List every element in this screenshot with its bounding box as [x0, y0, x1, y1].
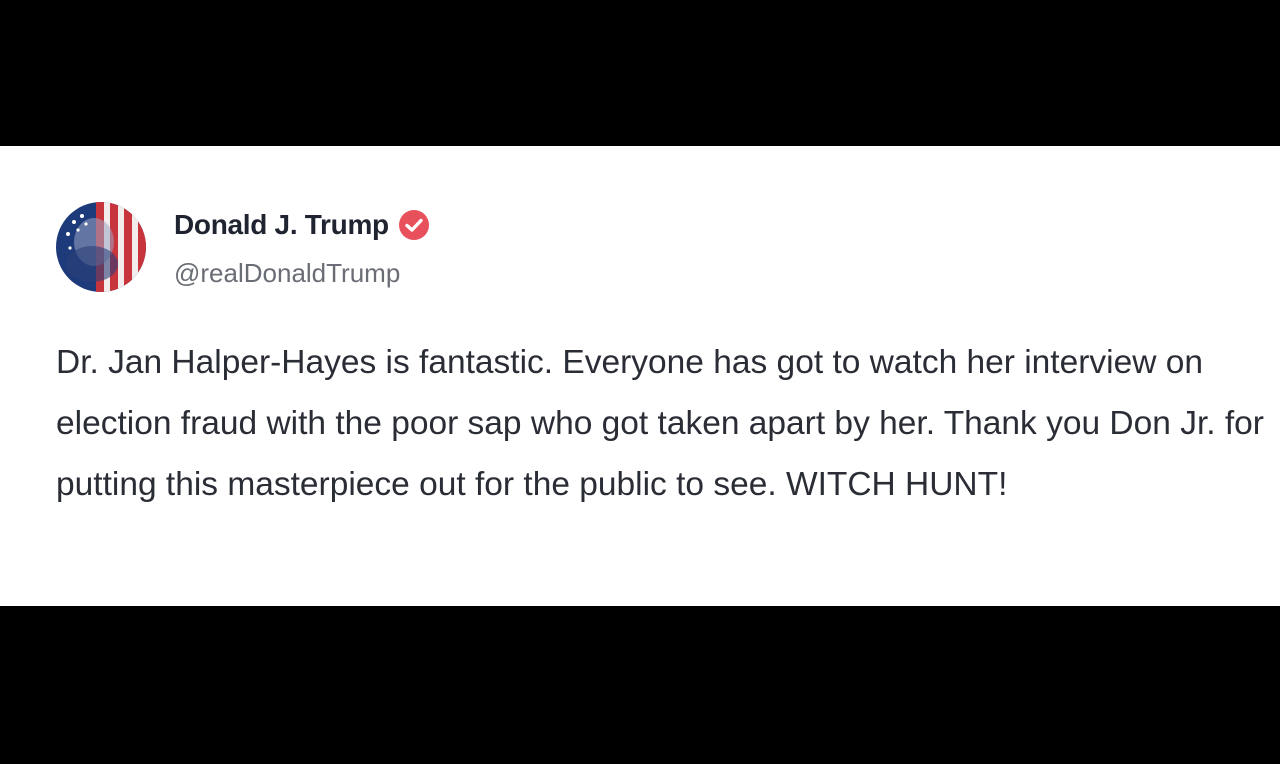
screenshot-frame: Donald J. Trump @realDonaldTrump Dr. Jan…: [0, 0, 1280, 764]
verified-check-icon: [398, 210, 429, 240]
author-display-name[interactable]: Donald J. Trump: [174, 209, 389, 241]
flag-portrait-avatar-icon: [56, 202, 146, 292]
post-body-text: Dr. Jan Halper-Hayes is fantastic. Every…: [56, 344, 1264, 503]
author-name-row: Donald J. Trump: [174, 208, 431, 242]
post-card: Donald J. Trump @realDonaldTrump Dr. Jan…: [0, 146, 1280, 606]
avatar[interactable]: [56, 202, 146, 292]
author-handle[interactable]: @realDonaldTrump: [174, 258, 400, 289]
